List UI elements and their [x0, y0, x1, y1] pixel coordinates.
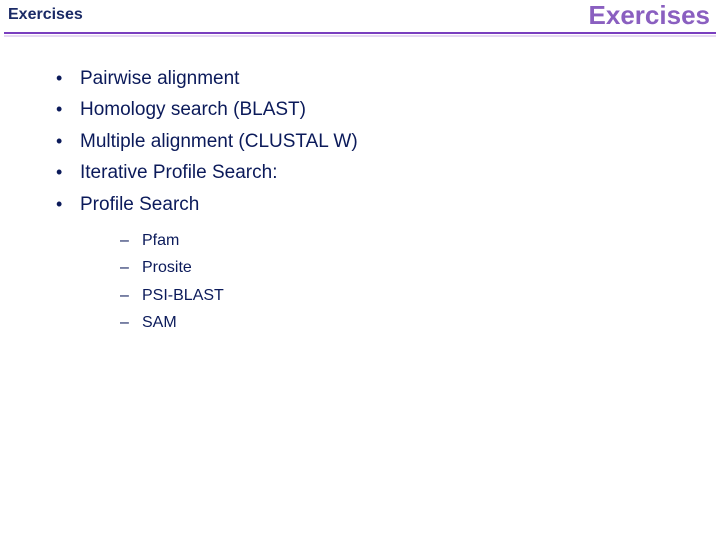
sub-list-item-text: PSI-BLAST: [142, 287, 224, 304]
list-item-text: Multiple alignment (CLUSTAL W): [80, 131, 358, 152]
header-title-left: Exercises: [8, 6, 83, 24]
sub-list-item-text: SAM: [142, 314, 177, 331]
sub-list-item-text: Pfam: [142, 232, 179, 249]
list-item: Profile Search Pfam Prosite PSI-BLAST SA…: [50, 190, 680, 336]
header-divider: [4, 32, 716, 37]
list-item-text: Iterative Profile Search:: [80, 162, 277, 183]
list-item: Homology search (BLAST): [50, 95, 680, 124]
list-item: Multiple alignment (CLUSTAL W): [50, 127, 680, 156]
list-item: Pairwise alignment: [50, 64, 680, 93]
sub-list-item-text: Prosite: [142, 259, 192, 276]
sub-list-item: Prosite: [116, 254, 680, 281]
sub-bullet-list: Pfam Prosite PSI-BLAST SAM: [116, 227, 680, 336]
sub-list-item: Pfam: [116, 227, 680, 254]
list-item-text: Profile Search: [80, 194, 199, 215]
list-item: Iterative Profile Search:: [50, 158, 680, 187]
slide: Exercises Exercises Pairwise alignment H…: [0, 0, 720, 540]
slide-content: Pairwise alignment Homology search (BLAS…: [50, 64, 680, 338]
list-item-text: Pairwise alignment: [80, 68, 239, 89]
sub-list-item: PSI-BLAST: [116, 282, 680, 309]
slide-header: Exercises Exercises: [0, 0, 720, 38]
sub-list-item: SAM: [116, 309, 680, 336]
bullet-list: Pairwise alignment Homology search (BLAS…: [50, 64, 680, 336]
header-title-right: Exercises: [589, 0, 710, 31]
list-item-text: Homology search (BLAST): [80, 99, 306, 120]
